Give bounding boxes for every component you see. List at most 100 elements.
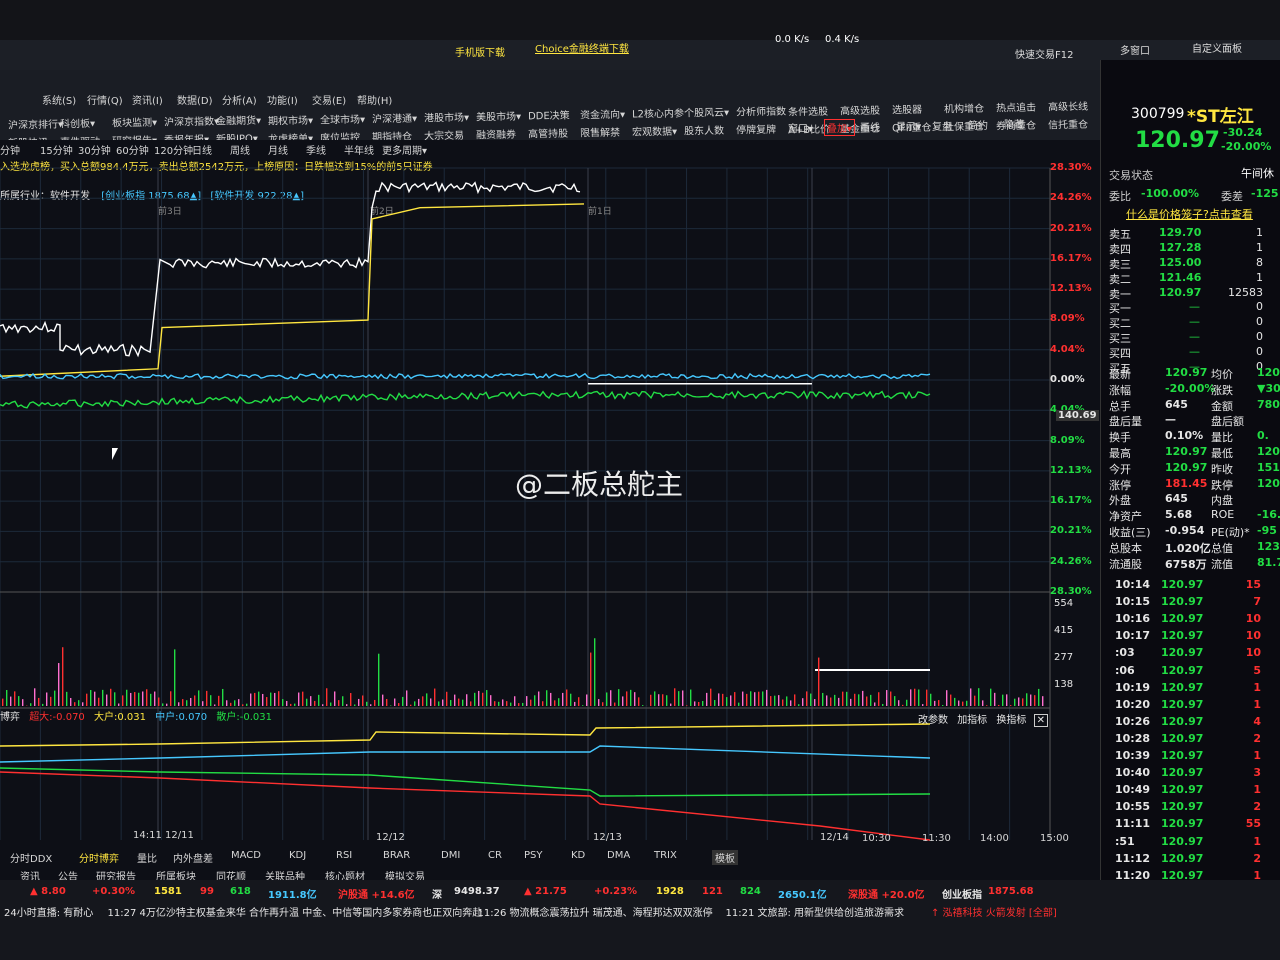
tool-button[interactable]: 美股市场▾	[476, 107, 521, 123]
stock-code: 300799	[1131, 106, 1185, 122]
tool-button[interactable]: 信托重仓	[1048, 116, 1088, 132]
indicator-tab[interactable]: DMA	[607, 850, 630, 861]
edit-params-button[interactable]: 改参数	[918, 715, 948, 726]
multi-window-button[interactable]: 多窗口	[1120, 42, 1150, 57]
indicator-tab[interactable]: CR	[488, 850, 502, 861]
volume-bar	[850, 698, 852, 706]
tool-button[interactable]: 板块监测▾	[112, 114, 157, 130]
add-indicator-button[interactable]: 加指标	[957, 715, 987, 726]
news-item[interactable]: ↑ 泓禧科技 火箭发射 [全部]	[931, 904, 1057, 919]
indicator-tab[interactable]: BRAR	[383, 850, 410, 861]
main-menu-item[interactable]: 功能(I)	[267, 92, 298, 107]
tool-button[interactable]: 金融期货▾	[216, 112, 261, 128]
volume-bar	[2, 698, 4, 706]
indicator-tab[interactable]: PSY	[524, 850, 543, 861]
tool-button[interactable]: 个股风云▾	[684, 104, 729, 120]
tool-button[interactable]: 限售解禁	[580, 124, 620, 140]
indicator-tab[interactable]: DMI	[441, 850, 460, 861]
toolbar-button[interactable]: 隐藏	[1004, 116, 1024, 131]
indicator-tab[interactable]: 模板	[712, 850, 738, 865]
news-item[interactable]: 11:27 4万亿沙特主权基金来华 合作再升温 中金、中信等国内多家券商也正双向…	[108, 904, 483, 919]
tool-button[interactable]: 热点追击	[996, 99, 1036, 115]
tool-button[interactable]: L2核心内参	[632, 105, 684, 121]
stat-value: 120	[1257, 445, 1280, 458]
tool-button[interactable]: 分析师指数	[736, 103, 786, 119]
axis-pct-label: 12.13%	[1050, 283, 1092, 295]
tool-button[interactable]: 资金流向▾	[580, 106, 625, 122]
toolbar-button[interactable]: 窗口▾	[788, 120, 813, 135]
volume-bar	[1042, 696, 1044, 706]
indicator-tab[interactable]: 内外盘差	[173, 850, 213, 865]
stat-value: 0.	[1257, 429, 1269, 443]
close-indicator-icon[interactable]: ✕	[1033, 714, 1048, 727]
tool-button[interactable]: 选股器	[892, 100, 922, 116]
tick-volume: 55	[1245, 817, 1261, 831]
news-item[interactable]: 24小时直播: 有耐心	[4, 904, 93, 919]
volume-bar	[366, 701, 368, 706]
tool-button[interactable]: 高管持股	[528, 125, 568, 141]
quick-trade-button[interactable]: 快速交易F12	[1015, 46, 1073, 61]
toolbar-button[interactable]: 叠加▾	[824, 119, 856, 137]
main-menu-item[interactable]: 资讯(I)	[132, 92, 163, 107]
tool-button[interactable]: 港股市场▾	[424, 108, 469, 124]
volume-bar	[578, 697, 580, 706]
main-menu-item[interactable]: 帮助(H)	[357, 92, 392, 107]
volume-bar	[190, 697, 192, 706]
main-menu-item[interactable]: 系统(S)	[42, 92, 76, 107]
indicator-tab[interactable]: TRIX	[654, 850, 677, 861]
main-menu-item[interactable]: 分析(A)	[222, 92, 257, 107]
tool-button[interactable]: 停牌复牌	[736, 121, 776, 137]
ticker-value: ▲ 8.80	[30, 886, 66, 897]
mobile-download-link[interactable]: 手机版下载	[455, 44, 505, 59]
indicator-tab[interactable]: 量比	[137, 850, 157, 865]
toolbar-button[interactable]: 复盘	[932, 118, 952, 133]
tool-button[interactable]: 机构增仓	[944, 99, 984, 115]
main-menu-item[interactable]: 数据(D)	[177, 92, 213, 107]
intraday-chart[interactable]: 前3日 前2日 前1日	[0, 140, 1100, 880]
tool-button[interactable]: 高级长线	[1048, 98, 1088, 114]
main-menu-item[interactable]: 行情(Q)	[87, 92, 123, 107]
tool-button[interactable]: 股东人数	[684, 122, 724, 138]
stat-value: 181.45	[1165, 476, 1208, 490]
ask-volume: 1	[1256, 241, 1263, 254]
volume-bar	[730, 695, 732, 706]
stat-key: 最高	[1109, 447, 1131, 460]
tool-button[interactable]: 期权市场▾	[268, 111, 313, 127]
stat-value: —	[1165, 413, 1176, 427]
toolbar-button[interactable]: 画线	[860, 119, 880, 134]
tool-button[interactable]: 沪深京指数▾	[164, 113, 219, 129]
tool-button[interactable]: 融资融券	[476, 126, 516, 142]
stat-row: 盘后量 — 盘后额	[1109, 413, 1280, 429]
tick-volume: 5	[1253, 663, 1261, 677]
tool-button[interactable]: DDE决策	[528, 107, 570, 123]
volume-bar	[310, 696, 312, 706]
tick-volume: 2	[1253, 800, 1261, 814]
toolbar-button[interactable]: 显示▾	[896, 118, 921, 133]
volume-bar	[858, 694, 860, 706]
indicator-tab[interactable]: MACD	[231, 850, 261, 861]
volume-bar	[414, 701, 416, 706]
indicator-tab[interactable]: KDJ	[289, 850, 306, 861]
tool-button[interactable]: 宏观数据▾	[632, 123, 677, 139]
indicator-tab[interactable]: KD	[571, 850, 585, 861]
tool-button[interactable]: 沪深港通▾	[372, 109, 417, 125]
tool-button[interactable]: 高级选股	[840, 101, 880, 117]
tool-button[interactable]: 沪深京排行▾	[8, 116, 63, 132]
indicator-tab[interactable]: RSI	[336, 850, 352, 861]
choice-download-link[interactable]: Choice金融终端下载	[535, 40, 629, 55]
tool-button[interactable]: 全球市场▾	[320, 110, 365, 126]
tool-button[interactable]: 科创板▾	[60, 115, 95, 131]
indicator-tab[interactable]: 分时DDX	[10, 850, 52, 865]
news-item[interactable]: 11:21 文旅部: 用新型供给创造旅游需求	[726, 904, 905, 919]
main-menu-item[interactable]: 交易(E)	[312, 92, 346, 107]
tool-button[interactable]: 条件选股	[788, 102, 828, 118]
indicator-tab[interactable]: 分时博弈	[79, 850, 119, 865]
switch-indicator-button[interactable]: 换指标	[996, 715, 1026, 726]
toolbar-button[interactable]: 简约	[968, 117, 988, 132]
stat-row: 涨幅 -20.00%涨跌 ▼30.	[1109, 382, 1280, 398]
ask-row: 卖三 125.00 8	[1109, 256, 1280, 272]
news-item[interactable]: 11:26 物流概念震荡拉升 瑞茂通、海程邦达双双涨停	[478, 904, 713, 919]
custom-panel-button[interactable]: 自定义面板	[1192, 40, 1242, 55]
price-cage-link[interactable]: 什么是价格笼子?点击查看	[1126, 206, 1253, 222]
stat-row: 流通股 6758万流值 81.7	[1109, 556, 1280, 572]
